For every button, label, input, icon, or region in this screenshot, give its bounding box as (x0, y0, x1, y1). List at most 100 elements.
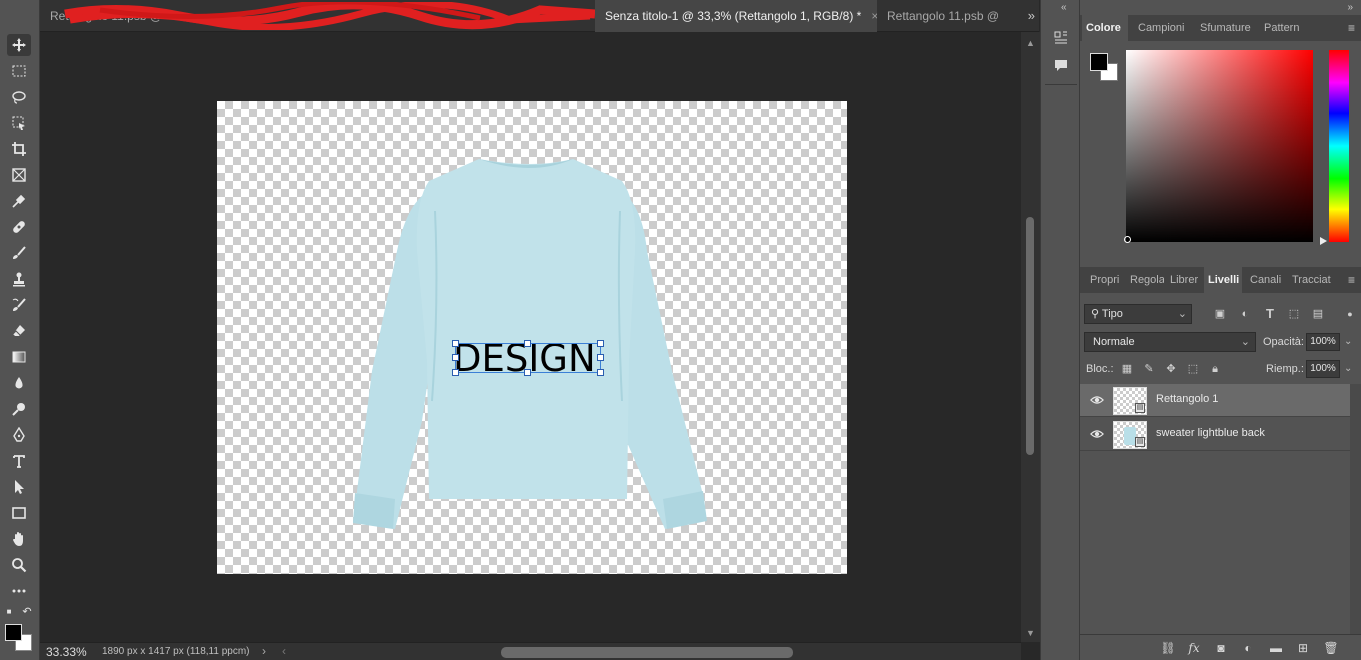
filter-pixel-icon[interactable]: ▣ (1212, 306, 1228, 322)
fx-icon[interactable]: fx (1186, 640, 1202, 656)
transform-handle-tl[interactable] (452, 340, 459, 347)
transform-handle-b[interactable] (524, 369, 531, 376)
rectangle-icon[interactable] (7, 502, 31, 524)
tab-pattern[interactable]: Pattern (1260, 15, 1310, 41)
dock-collapse-icon[interactable]: « (1061, 2, 1067, 13)
filter-smart-object-icon[interactable]: ▤ (1310, 306, 1326, 322)
lock-position-icon[interactable]: ✥ (1164, 362, 1178, 376)
tab-sfumature[interactable]: Sfumature (1196, 15, 1256, 41)
default-colors-icon[interactable]: ■ (2, 604, 16, 618)
crop-icon[interactable] (7, 138, 31, 160)
scroll-up-icon[interactable]: ▲ (1026, 38, 1035, 48)
comments-panel-icon[interactable] (1051, 55, 1071, 75)
transform-handle-br[interactable] (597, 369, 604, 376)
eraser-icon[interactable] (7, 320, 31, 342)
healing-brush-icon[interactable] (7, 216, 31, 238)
scroll-left-icon[interactable]: ‹ (282, 644, 286, 658)
color-panel-menu-icon[interactable]: ≡ (1348, 21, 1355, 35)
swap-colors-icon[interactable]: ↶ (20, 604, 34, 618)
color-picker-cursor[interactable] (1124, 236, 1131, 243)
lasso-icon[interactable] (7, 86, 31, 108)
vertical-scrollbar[interactable]: ▲ ▼ (1021, 32, 1040, 642)
horizontal-scroll-thumb[interactable] (501, 647, 793, 658)
opacity-input[interactable]: 100% (1306, 333, 1340, 351)
opacity-chevron-icon[interactable]: ⌄ (1344, 336, 1352, 347)
hand-icon[interactable] (7, 528, 31, 550)
add-mask-icon[interactable]: ◙ (1213, 640, 1229, 656)
layer-name[interactable]: Rettangolo 1 (1156, 393, 1218, 405)
delete-layer-icon[interactable]: 🗑︎ (1323, 640, 1339, 656)
new-layer-icon[interactable]: ⊞ (1295, 640, 1311, 656)
dodge-icon[interactable] (7, 398, 31, 420)
vertical-scroll-thumb[interactable] (1026, 217, 1034, 455)
tab-proprieta[interactable]: Propri (1086, 267, 1124, 293)
color-picker-field[interactable] (1126, 50, 1313, 242)
status-menu-arrow-icon[interactable]: › (262, 644, 266, 658)
tab-document-active[interactable]: Senza titolo-1 @ 33,3% (Rettangolo 1, RG… (595, 0, 877, 32)
clone-stamp-icon[interactable] (7, 268, 31, 290)
gradient-icon[interactable] (7, 346, 31, 368)
pen-icon[interactable] (7, 424, 31, 446)
frame-icon[interactable] (7, 164, 31, 186)
history-brush-icon[interactable] (7, 294, 31, 316)
color-swatches[interactable] (5, 624, 35, 654)
lock-transparent-icon[interactable]: ▦ (1120, 362, 1134, 376)
lock-all-icon[interactable]: 🔒︎ (1208, 362, 1222, 376)
blur-icon[interactable] (7, 372, 31, 394)
fill-chevron-icon[interactable]: ⌄ (1344, 363, 1352, 374)
transform-handle-bl[interactable] (452, 369, 459, 376)
visibility-eye-icon[interactable] (1090, 393, 1104, 407)
layer-thumbnail[interactable]: ▤ (1113, 421, 1147, 449)
layers-scrollbar[interactable] (1350, 384, 1361, 634)
visibility-eye-icon[interactable] (1090, 427, 1104, 441)
layer-name[interactable]: sweater lightblue back (1156, 427, 1265, 439)
layer-row[interactable]: ▤ sweater lightblue back (1080, 418, 1350, 451)
move-tool-icon[interactable] (7, 34, 31, 56)
panels-collapse-icon[interactable]: » (1347, 2, 1353, 13)
tab-document-3[interactable]: Rettangolo 11.psb @ ( (877, 0, 1003, 32)
panel-foreground-swatch[interactable] (1090, 53, 1108, 71)
filter-toggle-icon[interactable]: ● (1342, 306, 1358, 322)
transform-handle-l[interactable] (452, 354, 459, 361)
layers-panel-menu-icon[interactable]: ≡ (1348, 273, 1355, 287)
layer-thumbnail[interactable]: ▤ (1113, 387, 1147, 415)
link-layers-icon[interactable]: ⛓︎ (1160, 640, 1176, 656)
hue-slider-marker[interactable] (1320, 237, 1327, 245)
layer-filter-select[interactable]: ⚲ Tipo ⌄ (1084, 304, 1192, 324)
tab-tracciati[interactable]: Tracciat (1288, 267, 1332, 293)
filter-type-icon[interactable]: T (1262, 306, 1278, 322)
history-panel-icon[interactable] (1051, 28, 1071, 48)
tab-colore[interactable]: Colore (1082, 15, 1128, 41)
brush-icon[interactable] (7, 242, 31, 264)
object-selection-icon[interactable] (7, 112, 31, 134)
foreground-color-swatch[interactable] (5, 624, 22, 641)
transform-handle-t[interactable] (524, 340, 531, 347)
lock-image-icon[interactable]: ✎ (1142, 362, 1156, 376)
transform-handle-r[interactable] (597, 354, 604, 361)
zoom-icon[interactable] (7, 554, 31, 576)
eyedropper-icon[interactable] (7, 190, 31, 212)
tab-librerie[interactable]: Librer (1166, 267, 1204, 293)
group-folder-icon[interactable]: ▬ (1268, 640, 1284, 656)
blend-mode-select[interactable]: Normale ⌄ (1084, 332, 1256, 352)
filter-shape-icon[interactable]: ⬚ (1286, 306, 1302, 322)
rectangular-marquee-icon[interactable] (7, 60, 31, 82)
zoom-level[interactable]: 33.33% (46, 645, 87, 659)
document-canvas[interactable]: DESIGN (217, 101, 847, 574)
filter-adjustment-icon[interactable]: ◐ (1237, 306, 1253, 322)
scroll-down-icon[interactable]: ▼ (1026, 628, 1035, 638)
path-selection-icon[interactable] (7, 476, 31, 498)
adjustment-layer-icon[interactable]: ◐ (1240, 640, 1256, 656)
fill-input[interactable]: 100% (1306, 360, 1340, 378)
transform-handle-tr[interactable] (597, 340, 604, 347)
tab-overflow-icon[interactable]: » (1028, 8, 1035, 23)
type-icon[interactable] (7, 450, 31, 472)
tab-regolazioni[interactable]: Regola (1126, 267, 1164, 293)
hue-slider[interactable] (1329, 50, 1349, 242)
tab-campioni[interactable]: Campioni (1134, 15, 1190, 41)
tab-canali[interactable]: Canali (1246, 267, 1284, 293)
canvas-area[interactable]: DESIGN (40, 32, 1021, 642)
layer-row[interactable]: ▤ Rettangolo 1 (1080, 384, 1350, 417)
lock-artboard-icon[interactable]: ⬚ (1186, 362, 1200, 376)
more-tools-icon[interactable] (7, 580, 31, 602)
